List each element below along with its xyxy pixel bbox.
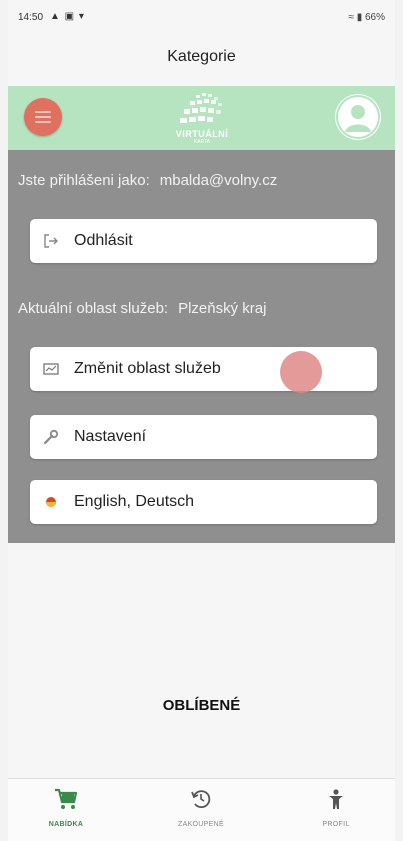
- nav-label-offer: NABÍDKA: [48, 821, 84, 828]
- phone-screen: 14:50 ▲ ▣ ▾ ≈ ▮ 66% Kategorie VIRTUÁLNÍ …: [8, 0, 395, 841]
- logo-subtext: KARTA: [193, 139, 211, 145]
- settings-button[interactable]: Nastavení: [30, 415, 377, 459]
- frame-left: [0, 0, 8, 841]
- app-logo: VIRTUÁLNÍ KARTA: [166, 91, 238, 145]
- status-time: 14:50: [18, 12, 44, 23]
- status-right: ≈ ▮ 66%: [348, 12, 385, 23]
- user-icon: [336, 95, 380, 139]
- logout-label: Odhlásit: [74, 232, 133, 249]
- nav-item-profile[interactable]: PROFIL: [296, 787, 376, 828]
- cart-icon: [26, 787, 106, 811]
- profile-avatar[interactable]: [335, 94, 381, 140]
- frame-right: [395, 0, 403, 841]
- language-label: English, Deutsch: [74, 493, 195, 510]
- menu-button[interactable]: [24, 98, 62, 136]
- nav-label-profile: PROFIL: [322, 821, 350, 828]
- touch-indicator: [280, 351, 322, 393]
- map-icon: [42, 360, 60, 378]
- logo-text: VIRTUÁLNÍ: [175, 129, 229, 139]
- side-menu-overlay: Jste přihlášeni jako: mbalda@volny.cz Odh…: [8, 150, 395, 543]
- page-title: Kategorie: [167, 48, 236, 65]
- logged-in-label: Jste přihlášeni jako:: [18, 172, 150, 189]
- logout-button[interactable]: Odhlásit: [30, 219, 377, 263]
- service-area-info: Aktuální oblast služeb: Plzeňský kraj: [18, 300, 385, 317]
- status-bar: 14:50 ▲ ▣ ▾ ≈ ▮ 66%: [8, 0, 395, 32]
- person-icon: [296, 787, 376, 811]
- logo-mark-icon: [180, 93, 222, 123]
- bottom-nav: NABÍDKA ZAKOUPENÉ PROFIL: [8, 778, 395, 841]
- logged-in-email: mbalda@volny.cz: [159, 172, 278, 189]
- flag-icon: [42, 493, 60, 511]
- nav-item-purchased[interactable]: ZAKOUPENÉ: [161, 787, 241, 828]
- status-icons: ▲ ▣ ▾: [50, 11, 85, 22]
- settings-label: Nastavení: [74, 428, 147, 445]
- service-area-value: Plzeňský kraj: [178, 300, 267, 317]
- nav-label-purchased: ZAKOUPENÉ: [178, 821, 224, 828]
- language-button[interactable]: English, Deutsch: [30, 480, 377, 524]
- history-icon: [161, 787, 241, 811]
- logout-icon: [42, 232, 60, 250]
- wrench-icon: [42, 428, 60, 446]
- app-header: VIRTUÁLNÍ KARTA: [8, 86, 395, 150]
- logged-in-info: Jste přihlášeni jako: mbalda@volny.cz: [18, 172, 385, 189]
- change-area-button[interactable]: Změnit oblast služeb: [30, 347, 377, 391]
- favorites-heading: OBLÍBENÉ: [162, 697, 241, 714]
- nav-item-offer[interactable]: NABÍDKA: [26, 787, 106, 828]
- change-area-label: Změnit oblast služeb: [74, 360, 221, 377]
- service-area-label: Aktuální oblast služeb:: [18, 300, 169, 317]
